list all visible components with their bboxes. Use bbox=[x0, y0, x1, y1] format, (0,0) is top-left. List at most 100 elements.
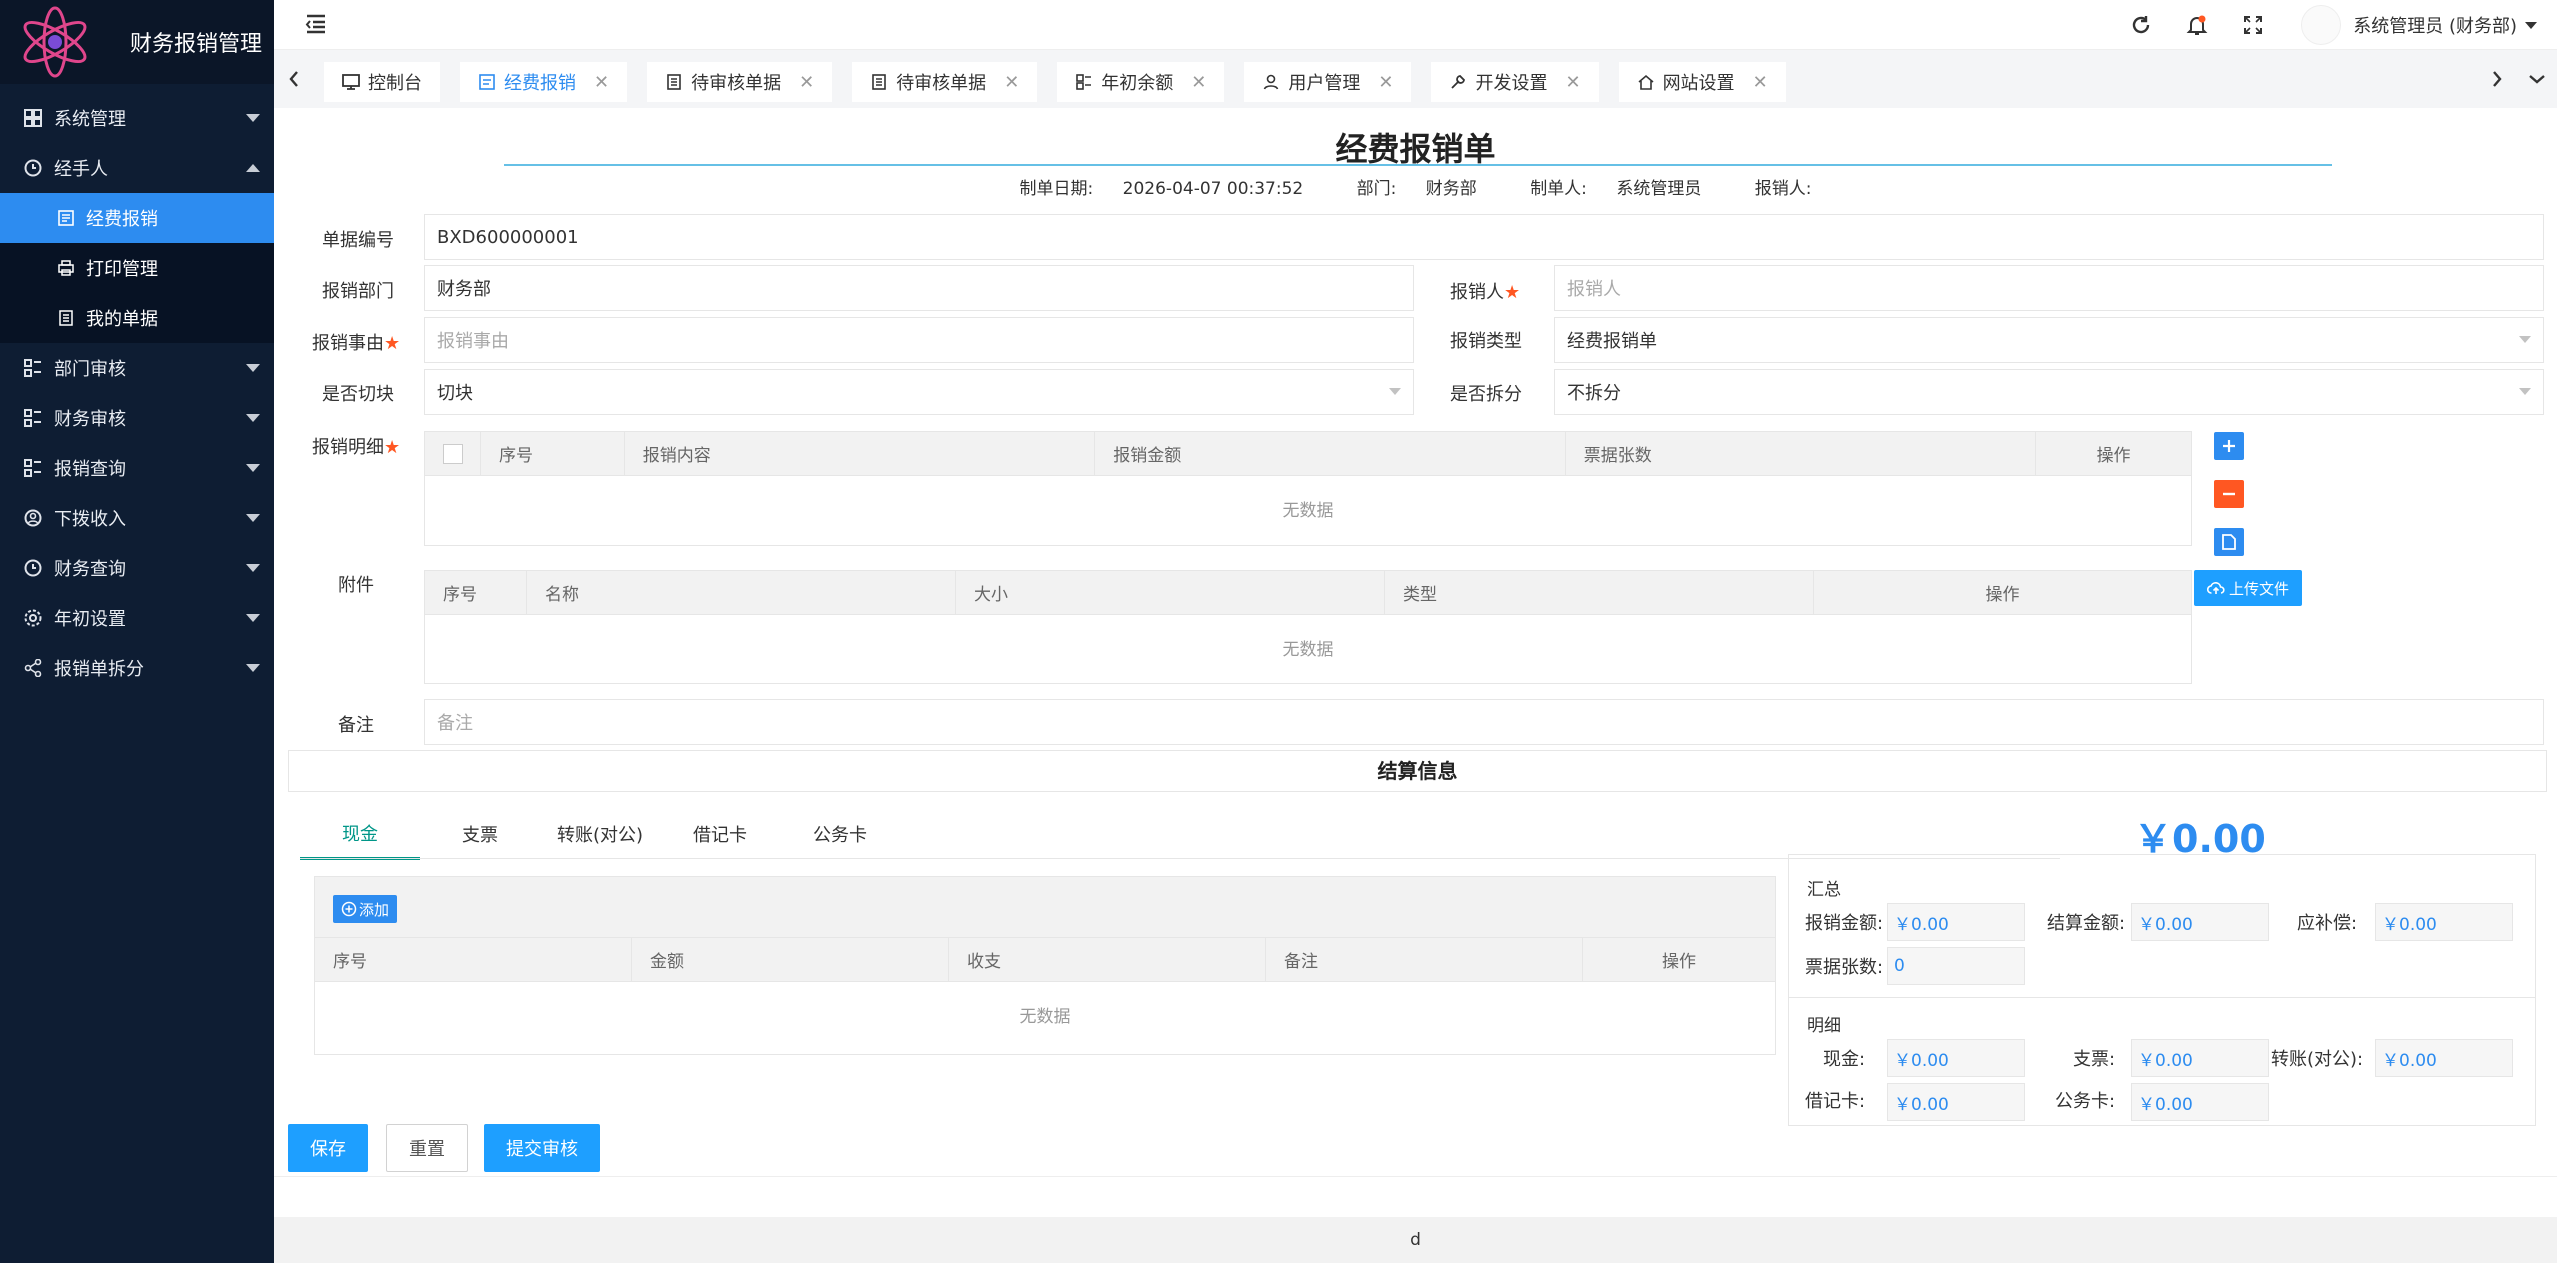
bell-icon[interactable] bbox=[2169, 0, 2225, 50]
chevron-down-icon bbox=[246, 114, 260, 122]
menu-fold-icon[interactable] bbox=[304, 12, 328, 41]
save-button[interactable]: 保存 bbox=[288, 1124, 368, 1172]
user-name[interactable]: 系统管理员 (财务部) bbox=[2353, 12, 2517, 38]
tab-console[interactable]: 控制台 bbox=[324, 62, 440, 102]
column-header: 报销金额 bbox=[1095, 432, 1566, 475]
list-grid-icon bbox=[22, 407, 44, 429]
tab-transfer[interactable]: 转账(对公) bbox=[540, 808, 660, 860]
bill-count-field: 0 bbox=[1887, 947, 2025, 985]
avatar[interactable] bbox=[2301, 5, 2342, 45]
fullscreen-icon[interactable] bbox=[2225, 0, 2281, 50]
close-icon[interactable]: ✕ bbox=[594, 72, 609, 93]
share-icon bbox=[22, 657, 44, 679]
type-select[interactable]: 经费报销单 bbox=[1554, 317, 2544, 363]
sidebar-subitem-expense[interactable]: 经费报销 bbox=[0, 193, 274, 243]
column-header: 操作 bbox=[1662, 952, 1696, 972]
caret-down-icon bbox=[1389, 388, 1401, 395]
close-icon[interactable]: ✕ bbox=[1004, 72, 1019, 93]
bill-count-label: 票据张数: bbox=[1805, 957, 1884, 978]
grid-icon bbox=[22, 107, 44, 129]
reason-input[interactable]: 报销事由 bbox=[424, 317, 1414, 363]
add-cash-button[interactable]: 添加 bbox=[333, 895, 398, 923]
clock-icon bbox=[22, 557, 44, 579]
sidebar-item-handler[interactable]: 经手人 bbox=[0, 143, 274, 193]
reset-button[interactable]: 重置 bbox=[386, 1124, 468, 1172]
list-grid-icon bbox=[1075, 73, 1093, 91]
remark-input[interactable]: 备注 bbox=[424, 699, 2544, 745]
cut-select[interactable]: 切块 bbox=[424, 369, 1414, 415]
clock-icon bbox=[22, 157, 44, 179]
bill-no-field[interactable]: BXD600000001 bbox=[424, 214, 2544, 260]
column-header: 大小 bbox=[956, 571, 1385, 614]
close-icon[interactable]: ✕ bbox=[1753, 72, 1768, 93]
tab-expense[interactable]: 经费报销 ✕ bbox=[460, 62, 628, 102]
select-all-checkbox[interactable] bbox=[425, 432, 481, 475]
title-underline bbox=[504, 164, 2332, 166]
remove-row-button[interactable] bbox=[2214, 480, 2244, 508]
tab-cash[interactable]: 现金 bbox=[300, 808, 420, 860]
claim-amount-field: ￥0.00 bbox=[1887, 903, 2025, 941]
tab-official-card[interactable]: 公务卡 bbox=[780, 808, 900, 860]
tabs-scroll-left-icon[interactable] bbox=[274, 50, 314, 108]
sidebar-item-system[interactable]: 系统管理 bbox=[0, 93, 274, 143]
add-row-button[interactable] bbox=[2214, 432, 2244, 460]
cash-panel: 添加 序号 金额 收支 备注 操作 无数据 bbox=[314, 876, 1776, 1055]
sidebar-subitem-print[interactable]: 打印管理 bbox=[0, 243, 274, 293]
column-header: 序号 bbox=[481, 432, 625, 475]
tab-label: 年初余额 bbox=[1101, 73, 1174, 94]
dept-field[interactable]: 财务部 bbox=[424, 265, 1414, 311]
sidebar-item-dept-audit[interactable]: 部门审核 bbox=[0, 343, 274, 393]
tab-user-management[interactable]: 用户管理 ✕ bbox=[1244, 62, 1412, 102]
sidebar-item-label: 年初设置 bbox=[54, 609, 126, 630]
settle-amount-label: 结算金额: bbox=[2047, 913, 2126, 934]
sidebar-item-split[interactable]: 报销单拆分 bbox=[0, 643, 274, 693]
tab-label: 网站设置 bbox=[1662, 73, 1735, 94]
tab-site-settings[interactable]: 网站设置 ✕ bbox=[1618, 62, 1786, 102]
user-icon bbox=[1262, 73, 1280, 91]
action-divider bbox=[274, 1176, 2557, 1177]
submit-review-button[interactable]: 提交审核 bbox=[484, 1124, 600, 1172]
cut-label: 是否切块 bbox=[322, 384, 394, 405]
tab-pending-2[interactable]: 待审核单据 ✕ bbox=[852, 62, 1038, 102]
upload-file-button[interactable]: 上传文件 bbox=[2194, 570, 2302, 606]
split-select[interactable]: 不拆分 bbox=[1554, 369, 2544, 415]
tab-check[interactable]: 支票 bbox=[420, 808, 540, 860]
tabs-menu-chevron-down-icon[interactable] bbox=[2517, 50, 2557, 108]
claimant-label: 报销人★ bbox=[1450, 282, 1521, 303]
required-star-icon: ★ bbox=[1504, 282, 1521, 303]
cloud-upload-icon bbox=[2206, 581, 2225, 595]
close-icon[interactable]: ✕ bbox=[799, 72, 814, 93]
sidebar-item-label: 报销单拆分 bbox=[54, 659, 144, 680]
caret-down-icon bbox=[2519, 388, 2531, 395]
refresh-icon[interactable] bbox=[2113, 0, 2169, 50]
details-table-header: 序号 报销内容 报销金额 票据张数 操作 bbox=[425, 432, 2191, 476]
chevron-down-icon bbox=[246, 414, 260, 422]
bill-no-label: 单据编号 bbox=[322, 230, 394, 251]
tabs-scroll-right-icon[interactable] bbox=[2477, 50, 2517, 108]
form-icon bbox=[56, 208, 76, 228]
tab-dev-settings[interactable]: 开发设置 ✕ bbox=[1431, 62, 1599, 102]
tab-pending-1[interactable]: 待审核单据 ✕ bbox=[647, 62, 833, 102]
sidebar-item-income[interactable]: 下拨收入 bbox=[0, 493, 274, 543]
close-icon[interactable]: ✕ bbox=[1565, 72, 1580, 93]
sidebar-item-query[interactable]: 报销查询 bbox=[0, 443, 274, 493]
document-button[interactable] bbox=[2214, 528, 2244, 556]
column-header: 操作 bbox=[1985, 585, 2020, 605]
sidebar-item-finance-query[interactable]: 财务查询 bbox=[0, 543, 274, 593]
settle-amount-field: ￥0.00 bbox=[2131, 903, 2269, 941]
close-icon[interactable]: ✕ bbox=[1191, 72, 1206, 93]
tab-debit-card[interactable]: 借记卡 bbox=[660, 808, 780, 860]
form-icon bbox=[478, 73, 496, 91]
sidebar-item-year-settings[interactable]: 年初设置 bbox=[0, 593, 274, 643]
sidebar-subitem-mydocs[interactable]: 我的单据 bbox=[0, 293, 274, 343]
column-header: 操作 bbox=[2096, 446, 2131, 466]
chevron-down-icon bbox=[246, 514, 260, 522]
caret-down-icon[interactable] bbox=[2525, 21, 2537, 29]
tab-opening-balance[interactable]: 年初余额 ✕ bbox=[1057, 62, 1225, 102]
monitor-icon bbox=[342, 73, 360, 91]
home-icon bbox=[1637, 73, 1655, 91]
claimant-input[interactable]: 报销人 bbox=[1554, 265, 2544, 311]
reason-label: 报销事由★ bbox=[312, 333, 401, 354]
close-icon[interactable]: ✕ bbox=[1378, 72, 1393, 93]
sidebar-item-finance-audit[interactable]: 财务审核 bbox=[0, 393, 274, 443]
